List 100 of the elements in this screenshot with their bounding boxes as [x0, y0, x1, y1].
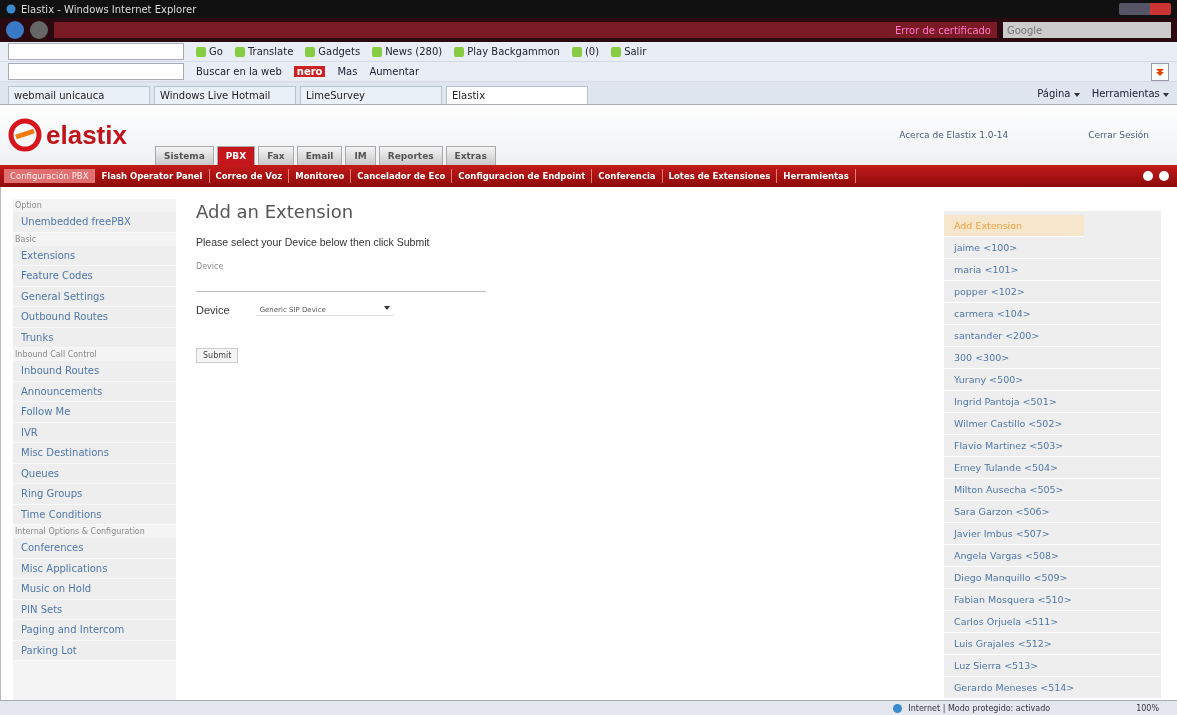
- extension-item[interactable]: maria <101>: [944, 259, 1161, 281]
- section-label: Device: [196, 262, 224, 271]
- menu-item[interactable]: Monitoreo: [289, 169, 352, 183]
- toolbar-button[interactable]: nero: [293, 66, 326, 77]
- sidebar-item[interactable]: Follow Me: [13, 402, 176, 423]
- extension-item[interactable]: Diego Manquillo <509>: [944, 567, 1161, 589]
- window-title: Elastix - Windows Internet Explorer: [21, 3, 197, 15]
- toolbar-button[interactable]: Mas: [337, 66, 358, 77]
- page-title: Add an Extension: [196, 201, 354, 222]
- nav-tab[interactable]: PBX: [216, 146, 256, 165]
- sidebar-item[interactable]: Outbound Routes: [13, 307, 176, 328]
- sidebar-item[interactable]: Ring Groups: [13, 484, 176, 505]
- extension-item[interactable]: santander <200>: [944, 325, 1161, 347]
- menu-item[interactable]: Configuracion de Endpoint: [452, 169, 593, 183]
- field-label: Device: [196, 304, 230, 316]
- extension-item[interactable]: Angela Vargas <508>: [944, 545, 1161, 567]
- nav-tab[interactable]: Email: [296, 146, 343, 165]
- menu-item[interactable]: Configuración PBX: [4, 169, 96, 183]
- menu-item[interactable]: Conferencia: [592, 169, 663, 183]
- caret-icon: [1073, 92, 1080, 97]
- extension-item[interactable]: Luz Sierra <513>: [944, 655, 1161, 677]
- sidebar-item[interactable]: Unembedded freePBX: [13, 212, 176, 233]
- toolbar-button[interactable]: Buscar en la web: [196, 66, 282, 77]
- nav-tab[interactable]: Fax: [258, 146, 294, 165]
- extension-item[interactable]: 300 <300>: [944, 347, 1161, 369]
- extension-item[interactable]: Milton Ausecha <505>: [944, 479, 1161, 501]
- sidebar-item[interactable]: Conferences: [13, 538, 176, 559]
- menu-item[interactable]: Correo de Voz: [209, 169, 290, 183]
- browser-tab[interactable]: LimeSurvey: [300, 86, 442, 104]
- sidebar-item[interactable]: Parking Lot: [13, 640, 176, 661]
- toolbar-button[interactable]: Salir: [611, 46, 647, 57]
- toolbar-button[interactable]: Play Backgammon: [454, 46, 560, 57]
- toolbar-button[interactable]: (0): [571, 46, 600, 57]
- sidebar-item[interactable]: Extensions: [13, 245, 176, 266]
- sidebar-item[interactable]: Music on Hold: [13, 579, 176, 600]
- sidebar-item[interactable]: Announcements: [13, 381, 176, 402]
- nav-tab[interactable]: Sistema: [154, 146, 214, 165]
- submit-button[interactable]: Submit: [196, 348, 239, 363]
- nav-tab[interactable]: Reportes: [378, 146, 443, 165]
- nav-tab[interactable]: IM: [345, 146, 376, 165]
- download-icon[interactable]: [1151, 62, 1169, 81]
- back-button[interactable]: [6, 21, 24, 39]
- sidebar-header: Option: [14, 200, 43, 212]
- extension-item[interactable]: popper <102>: [944, 281, 1161, 303]
- sidebar-item[interactable]: Misc Destinations: [13, 443, 176, 464]
- extension-item[interactable]: jaime <100>: [944, 237, 1161, 259]
- address-field[interactable]: Error de certificado: [54, 22, 997, 38]
- extension-item[interactable]: carmera <104>: [944, 303, 1161, 325]
- toolbar-button[interactable]: News (280): [372, 46, 443, 57]
- logo-icon: [8, 118, 42, 152]
- sidebar-header: Internal Options & Configuration: [14, 526, 146, 538]
- toolbar-button[interactable]: Go: [196, 46, 223, 57]
- toolbar-search-field[interactable]: [8, 63, 184, 80]
- command-button[interactable]: Herramientas: [1091, 87, 1169, 99]
- command-button[interactable]: Página: [1037, 87, 1080, 99]
- sidebar-item[interactable]: Misc Applications: [13, 558, 176, 579]
- toolbar-button[interactable]: Gadgets: [305, 46, 361, 57]
- browser-tab[interactable]: Windows Live Hotmail: [154, 86, 296, 104]
- sidebar-header: Inbound Call Control: [14, 349, 98, 361]
- extension-item[interactable]: Flavio Martinez <503>: [944, 435, 1161, 457]
- nav-tab[interactable]: Extras: [445, 146, 496, 165]
- sidebar-item[interactable]: PIN Sets: [13, 599, 176, 620]
- instruction-text: Please select your Device below then click Submit: [196, 236, 430, 248]
- extension-item[interactable]: Carlos Orjuela <511>: [944, 611, 1161, 633]
- zoom-level[interactable]: 100%: [1136, 704, 1159, 713]
- sidebar-item[interactable]: Trunks: [13, 327, 176, 348]
- extension-item[interactable]: Luis Grajales <512>: [944, 633, 1161, 655]
- sidebar-header: Basic: [14, 233, 38, 246]
- security-zone: Internet | Modo protegido: activado: [908, 704, 1051, 713]
- toolbar-button[interactable]: Translate: [234, 46, 294, 57]
- sidebar-item[interactable]: General Settings: [13, 286, 176, 307]
- menu-item[interactable]: Flash Operator Panel: [95, 169, 210, 183]
- extension-item[interactable]: Wilmer Castillo <502>: [944, 413, 1161, 435]
- about-link[interactable]: Acerca de Elastix 1.0-14: [899, 130, 1009, 140]
- extension-item[interactable]: Gerardo Meneses <514>: [944, 677, 1161, 699]
- logout-link[interactable]: Cerrar Sesión: [1088, 130, 1149, 140]
- toolbar-button[interactable]: Aumentar: [369, 66, 419, 77]
- extension-item[interactable]: Javier Imbus <507>: [944, 523, 1161, 545]
- browser-tab[interactable]: webmail unicauca: [8, 86, 150, 104]
- extension-item[interactable]: Yurany <500>: [944, 369, 1161, 391]
- extension-item[interactable]: Erney Tulande <504>: [944, 457, 1161, 479]
- sidebar-item[interactable]: IVR: [13, 422, 176, 443]
- sidebar-item[interactable]: Queues: [13, 463, 176, 484]
- extension-item[interactable]: Fabian Mosquera <510>: [944, 589, 1161, 611]
- sidebar-item[interactable]: Paging and Intercom: [13, 620, 176, 641]
- menu-item[interactable]: Herramientas: [777, 169, 856, 183]
- extension-item[interactable]: Sara Garzon <506>: [944, 501, 1161, 523]
- extension-item[interactable]: Ingrid Pantoja <501>: [944, 391, 1161, 413]
- sidebar-item[interactable]: Inbound Routes: [13, 361, 176, 382]
- menu-item[interactable]: Lotes de Extensiones: [662, 169, 778, 183]
- caret-icon: [383, 305, 390, 310]
- menu-item[interactable]: Cancelador de Eco: [351, 169, 453, 183]
- caret-icon: [1163, 92, 1169, 97]
- forward-button[interactable]: [30, 21, 48, 39]
- sidebar-item[interactable]: Feature Codes: [13, 266, 176, 287]
- sidebar-item[interactable]: Time Conditions: [13, 504, 176, 525]
- logo-text: elastix: [46, 119, 127, 151]
- search-field[interactable]: Google: [1003, 22, 1171, 38]
- toolbar-search-field[interactable]: [8, 43, 184, 60]
- browser-tab[interactable]: Elastix: [446, 86, 588, 104]
